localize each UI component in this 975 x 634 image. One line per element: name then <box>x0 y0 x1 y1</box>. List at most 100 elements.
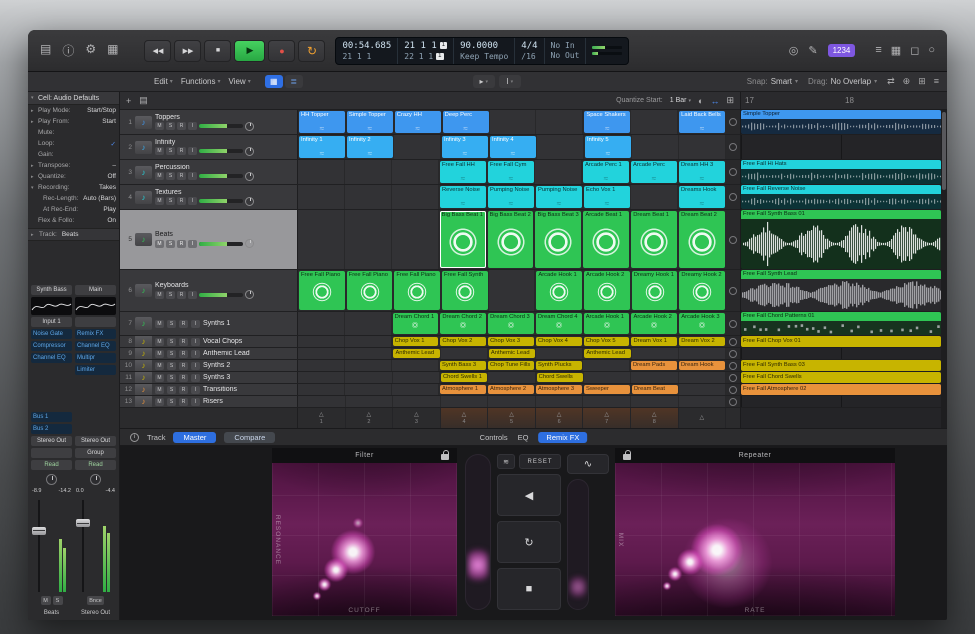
track-s-button[interactable]: S <box>167 398 176 406</box>
loop-cell-infinity-2[interactable]: Infinity 2 <box>347 136 393 158</box>
wave-shape-button[interactable]: ∿ <box>567 454 609 474</box>
loop-cell-chop-vox-1[interactable]: Chop Vox 1 <box>393 337 439 346</box>
region-free-fall-reverse-noise[interactable]: Free Fall Reverse Noise <box>741 185 941 209</box>
region-free-fall-synth-bass-03[interactable]: Free Fall Synth Bass 03 <box>741 360 941 371</box>
row-play-button[interactable] <box>729 193 737 201</box>
view-menu[interactable]: View▾ <box>229 77 251 86</box>
forward-button[interactable]: ▶▶ <box>174 40 201 62</box>
loop-cell-infinity-3[interactable]: Infinity 3 <box>442 136 488 158</box>
inspector-row-loop[interactable]: Loop:✓ <box>28 138 119 149</box>
empty-cell[interactable] <box>393 372 440 383</box>
plugin-slot-remix-fx[interactable]: Remix FX <box>75 329 116 339</box>
functions-menu[interactable]: Functions▾ <box>181 77 221 86</box>
row-play-button[interactable] <box>729 118 737 126</box>
scene-icon[interactable]: ▤ <box>139 95 148 106</box>
strip-input[interactable] <box>75 317 116 327</box>
edit-menu[interactable]: Edit▾ <box>154 77 173 86</box>
loop-cell-atmosphere-2[interactable]: Atmosphere 2 <box>488 385 534 394</box>
row-play-button[interactable] <box>729 374 737 382</box>
track-header-vocal-chops[interactable]: 8♪MSRIVocal Chops <box>120 336 298 347</box>
empty-cell[interactable] <box>298 210 345 269</box>
reverse-button[interactable]: ◀ <box>497 474 561 516</box>
loop-cell-dreamy-hook-2[interactable]: Dreamy Hook 2 <box>679 271 725 310</box>
loop-cell-sweeper[interactable]: Sweeper <box>584 385 630 394</box>
loop-cell-atmosphere-1[interactable]: Atmosphere 1 <box>440 385 486 394</box>
plugin-slot-noise-gate[interactable]: Noise Gate <box>31 329 72 339</box>
empty-cell[interactable] <box>488 372 535 383</box>
empty-cell[interactable] <box>298 160 345 184</box>
plugin-slot-channel-eq[interactable]: Channel EQ <box>31 353 72 363</box>
inspector-icon[interactable]: ⓘ <box>62 42 74 59</box>
strip-setting[interactable]: Synth Bass <box>31 285 72 295</box>
loop-cell-dream-beat-1[interactable]: Dream Beat 1 <box>631 211 677 268</box>
loop-cell-chop-tune-fills[interactable]: Chop Tune Fills <box>488 361 534 370</box>
automation-mode[interactable]: Read <box>31 460 72 470</box>
empty-cell[interactable] <box>584 372 631 383</box>
loop-cell-infinity-4[interactable]: Infinity 4 <box>490 136 536 158</box>
track-m-button[interactable]: M <box>155 147 164 155</box>
grid-view-button[interactable]: ▦ <box>265 75 283 88</box>
eq-thumbnail[interactable] <box>75 297 116 315</box>
inspector-row-recording[interactable]: ▾Recording:Takes <box>28 182 119 193</box>
row-play-button[interactable] <box>729 350 737 358</box>
empty-cell[interactable] <box>679 135 726 159</box>
loop-cell-dream-beat-2[interactable]: Dream Beat 2 <box>679 211 725 268</box>
bounce-button[interactable]: Bnce <box>87 596 104 605</box>
loop-cell-arcade-hook-1[interactable]: Arcade Hook 1 <box>536 271 582 310</box>
loop-cell-hh-topper[interactable]: HH Topper <box>299 111 345 133</box>
empty-cell[interactable] <box>679 348 726 359</box>
row-play-button[interactable] <box>729 287 737 295</box>
loop-cell-dream-chord-1[interactable]: Dream Chord 1 <box>393 313 439 334</box>
loop-cell-chord-swells[interactable]: Chord Swells <box>537 373 583 382</box>
empty-cell[interactable] <box>679 372 726 383</box>
editors-icon[interactable]: ▦ <box>107 42 118 59</box>
track-s-button[interactable]: S <box>166 291 175 299</box>
empty-cell[interactable] <box>345 372 392 383</box>
track-r-button[interactable]: R <box>179 338 188 346</box>
track-m-button[interactable]: M <box>155 320 164 328</box>
strip-group[interactable]: Group <box>75 448 116 458</box>
loop-cell-anthemic-lead[interactable]: Anthemic Lead <box>393 349 439 358</box>
track-s-button[interactable]: S <box>167 350 176 358</box>
empty-cell[interactable] <box>298 336 345 347</box>
help-icon[interactable]: ○ <box>928 44 935 57</box>
empty-cell[interactable] <box>392 360 439 371</box>
loop-cell-dreamy-hook-1[interactable]: Dreamy Hook 1 <box>632 271 678 310</box>
track-i-button[interactable]: I <box>188 291 197 299</box>
plugin-slot-channel-eq[interactable]: Channel EQ <box>75 341 116 351</box>
loop-cell-crazy-hh[interactable]: Crazy HH <box>395 111 441 133</box>
empty-cell[interactable] <box>345 160 392 184</box>
track-m-button[interactable]: M <box>155 240 164 248</box>
text-tool-button[interactable]: I▾ <box>499 75 521 88</box>
lock-icon[interactable] <box>623 454 631 460</box>
track-header-keyboards[interactable]: 6♪KeyboardsMSRI <box>120 270 298 311</box>
count-in-badge[interactable]: 1234 <box>828 44 856 57</box>
track-m-button[interactable]: M <box>155 122 164 130</box>
empty-cell[interactable] <box>394 135 441 159</box>
region-free-fall-chord-swells[interactable]: Free Fall Chord Swells <box>741 372 941 383</box>
loop-cell-chop-vox-3[interactable]: Chop Vox 3 <box>488 337 534 346</box>
empty-cell[interactable] <box>679 396 727 407</box>
loop-cell-synth-bass-3[interactable]: Synth Bass 3 <box>440 361 486 370</box>
track-m-button[interactable]: M <box>155 291 164 299</box>
inspector-row-rec-length[interactable]: Rec-Length:Auto (Bars) <box>28 193 119 204</box>
inspector-row-mute[interactable]: Mute: <box>28 127 119 138</box>
track-i-button[interactable]: I <box>191 320 200 328</box>
loop-cell-simple-topper[interactable]: Simple Topper <box>347 111 393 133</box>
track-i-button[interactable]: I <box>191 386 200 394</box>
row-play-button[interactable] <box>729 386 737 394</box>
row-play-button[interactable] <box>729 320 737 328</box>
track-pan-knob[interactable] <box>245 147 254 156</box>
pan-knob[interactable] <box>90 474 101 485</box>
empty-cell[interactable] <box>298 396 346 407</box>
scene-trigger-5[interactable]: △5 <box>488 408 536 428</box>
loop-cell-arcade-perc[interactable]: Arcade Perc <box>631 161 677 183</box>
inspector-row-play-from[interactable]: ▸Play From:Start <box>28 116 119 127</box>
play-button[interactable]: ▶ <box>234 40 265 62</box>
empty-cell[interactable] <box>537 135 584 159</box>
repeater-xy-pad[interactable]: Repeater MIX RATE <box>615 448 895 616</box>
empty-cell[interactable] <box>631 110 678 134</box>
track-i-button[interactable]: I <box>191 350 200 358</box>
vertical-scrollbar[interactable] <box>941 110 947 428</box>
panel-icon[interactable]: ◻ <box>910 44 919 57</box>
